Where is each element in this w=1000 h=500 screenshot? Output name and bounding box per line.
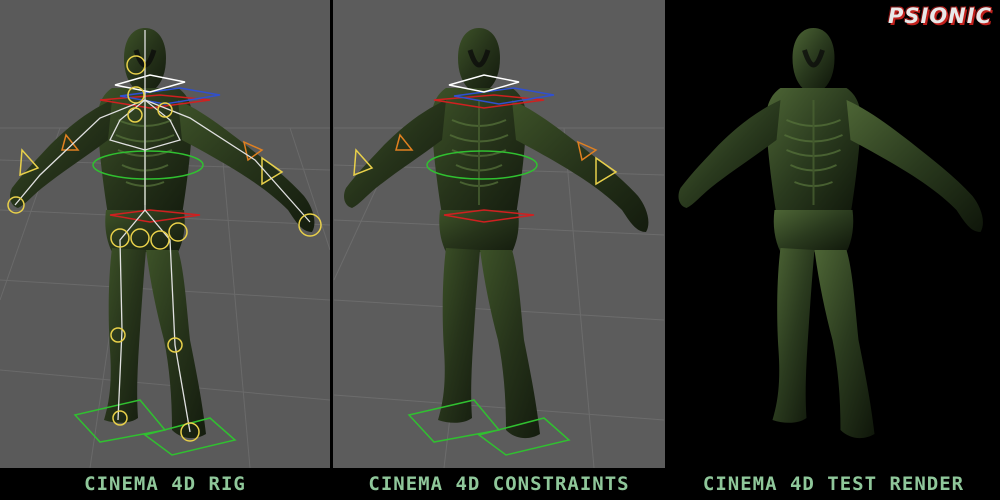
logo-text: PSIONIC: [888, 4, 992, 28]
creature-model: [678, 28, 983, 439]
rig-viewport: [0, 0, 330, 468]
creature-model: [344, 28, 649, 439]
rig-scene: [0, 28, 330, 468]
render-scene: [678, 28, 983, 439]
psionic-logo: PSIONIC: [882, 2, 998, 30]
caption-rig: CINEMA 4D RIG: [84, 473, 246, 495]
caption-render: CINEMA 4D TEST RENDER: [702, 473, 965, 495]
constraints-viewport: [333, 0, 665, 468]
render-viewport: [667, 0, 1000, 468]
creature-model: [10, 28, 315, 439]
constraints-scene: [333, 28, 665, 468]
caption-constraints: CINEMA 4D CONSTRAINTS: [368, 473, 630, 495]
